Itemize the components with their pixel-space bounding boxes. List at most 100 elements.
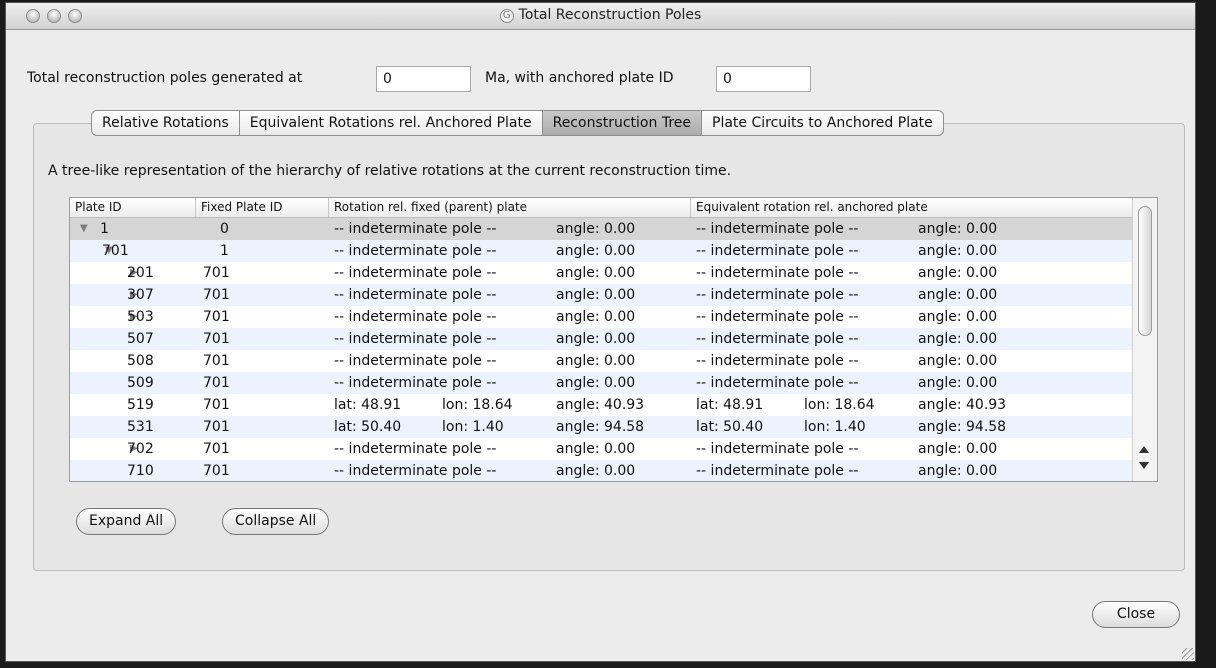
fixed-plate-id-cell: 701 <box>203 353 230 369</box>
equivalent-rotation-cell: angle: 94.58 <box>918 419 1007 435</box>
generated-at-label: Total reconstruction poles generated at <box>27 70 303 86</box>
rotation-rel-fixed-cell: angle: 0.00 <box>556 243 636 259</box>
tab-equivalent-rotations[interactable]: Equivalent Rotations rel. Anchored Plate <box>239 110 543 136</box>
fixed-plate-id-cell: 701 <box>203 463 230 479</box>
rotation-rel-fixed-cell: angle: 0.00 <box>556 441 636 457</box>
fixed-plate-id-cell: 701 <box>203 375 230 391</box>
equivalent-rotation-cell: angle: 0.00 <box>918 309 998 325</box>
equivalent-rotation-cell: angle: 0.00 <box>918 441 998 457</box>
fixed-plate-id-cell: 701 <box>203 419 230 435</box>
plate-id-cell: 307 <box>127 287 154 303</box>
table-rows: ▼ 1 0 -- indeterminate pole -- angle: 0.00 --… <box>70 218 1132 481</box>
equivalent-rotation-cell: angle: 0.00 <box>918 463 998 479</box>
table-row[interactable]: 507 701 -- indeterminate pole -- angle: 0.0… <box>70 328 1132 350</box>
rotation-rel-fixed-cell: angle: 40.93 <box>556 397 645 413</box>
fixed-plate-id-cell: 701 <box>203 309 230 325</box>
rotation-rel-fixed-cell: -- indeterminate pole -- <box>334 309 497 325</box>
header-fixed-plate-id[interactable]: Fixed Plate ID <box>196 198 329 217</box>
scroll-down-arrow-icon[interactable] <box>1139 462 1149 469</box>
rotation-rel-fixed-cell: -- indeterminate pole -- <box>334 463 497 479</box>
rotation-rel-fixed-cell: lat: 50.40 <box>334 419 402 435</box>
fixed-plate-id-cell: 0 <box>220 221 229 237</box>
scroll-up-arrow-icon[interactable] <box>1139 446 1149 453</box>
equivalent-rotation-cell: lat: 48.91 <box>696 397 764 413</box>
equivalent-rotation-cell: lon: 18.64 <box>804 397 875 413</box>
table-row[interactable]: 519 701 lat: 48.91 lon: 18.64 angle: 40.93 la… <box>70 394 1132 416</box>
table-row[interactable]: ▶ 503 701 -- indeterminate pole -- angle: 0.… <box>70 306 1132 328</box>
title-bar[interactable]: G Total Reconstruction Poles <box>6 3 1195 30</box>
tab-description: A tree-like representation of the hierar… <box>48 163 732 179</box>
equivalent-rotation-cell: -- indeterminate pole -- <box>696 331 859 347</box>
tab-relative-rotations[interactable]: Relative Rotations <box>91 110 240 136</box>
rotation-rel-fixed-cell: -- indeterminate pole -- <box>334 287 497 303</box>
plate-id-cell: 710 <box>127 463 154 479</box>
collapse-all-button[interactable]: Collapse All <box>222 508 330 535</box>
rotation-rel-fixed-cell: angle: 94.58 <box>556 419 645 435</box>
fixed-plate-id-cell: 701 <box>203 287 230 303</box>
plate-id-cell: 1 <box>100 221 109 237</box>
rotation-rel-fixed-cell: angle: 0.00 <box>556 331 636 347</box>
vertical-scrollbar[interactable] <box>1132 198 1157 481</box>
plate-id-cell: 508 <box>127 353 154 369</box>
equivalent-rotation-cell: -- indeterminate pole -- <box>696 309 859 325</box>
equivalent-rotation-cell: -- indeterminate pole -- <box>696 441 859 457</box>
rotation-rel-fixed-cell: lon: 18.64 <box>442 397 513 413</box>
rotation-rel-fixed-cell: angle: 0.00 <box>556 463 636 479</box>
resize-grip[interactable] <box>1182 648 1194 660</box>
table-row[interactable]: 710 701 -- indeterminate pole -- angle: 0.0… <box>70 460 1132 481</box>
equivalent-rotation-cell: -- indeterminate pole -- <box>696 243 859 259</box>
plate-id-cell: 507 <box>127 331 154 347</box>
table-header: Plate ID Fixed Plate ID Rotation rel. fi… <box>70 198 1132 218</box>
header-plate-id[interactable]: Plate ID <box>70 198 196 217</box>
tab-plate-circuits[interactable]: Plate Circuits to Anchored Plate <box>702 110 944 136</box>
table-row[interactable]: ▼ 701 1 -- indeterminate pole -- angle: 0.00… <box>70 240 1132 262</box>
equivalent-rotation-cell: angle: 0.00 <box>918 221 998 237</box>
table-row[interactable]: ▶ 702 701 -- indeterminate pole -- angle: 0.… <box>70 438 1132 460</box>
close-button[interactable]: Close <box>1092 601 1180 628</box>
table-row[interactable]: ▶ 307 701 -- indeterminate pole -- angle: 0.… <box>70 284 1132 306</box>
header-equivalent-rotation[interactable]: Equivalent rotation rel. anchored plate <box>691 198 1132 217</box>
reconstruction-tree-table[interactable]: Plate ID Fixed Plate ID Rotation rel. fi… <box>69 197 1158 482</box>
table-row[interactable]: ▶ 201 701 -- indeterminate pole -- angle: 0.… <box>70 262 1132 284</box>
reconstruction-time-field[interactable]: 0 <box>376 66 471 92</box>
table-row[interactable]: 509 701 -- indeterminate pole -- angle: 0.0… <box>70 372 1132 394</box>
rotation-rel-fixed-cell: angle: 0.00 <box>556 287 636 303</box>
equivalent-rotation-cell: lon: 1.40 <box>804 419 866 435</box>
rotation-rel-fixed-cell: -- indeterminate pole -- <box>334 375 497 391</box>
anchored-plate-label: Ma, with anchored plate ID <box>485 70 674 86</box>
plate-id-cell: 531 <box>127 419 154 435</box>
app-icon: G <box>499 9 514 23</box>
rotation-rel-fixed-cell: -- indeterminate pole -- <box>334 243 497 259</box>
equivalent-rotation-cell: -- indeterminate pole -- <box>696 265 859 281</box>
equivalent-rotation-cell: angle: 0.00 <box>918 331 998 347</box>
equivalent-rotation-cell: -- indeterminate pole -- <box>696 221 859 237</box>
equivalent-rotation-cell: -- indeterminate pole -- <box>696 463 859 479</box>
table-row[interactable]: 508 701 -- indeterminate pole -- angle: 0.0… <box>70 350 1132 372</box>
scrollbar-thumb[interactable] <box>1138 206 1152 336</box>
table-row[interactable]: 531 701 lat: 50.40 lon: 1.40 angle: 94.58 lat… <box>70 416 1132 438</box>
tab-bar: Relative Rotations Equivalent Rotations … <box>91 110 944 136</box>
plate-id-cell: 503 <box>127 309 154 325</box>
plate-id-cell: 701 <box>102 243 129 259</box>
header-rotation-rel-fixed[interactable]: Rotation rel. fixed (parent) plate <box>329 198 691 217</box>
rotation-rel-fixed-cell: lat: 48.91 <box>334 397 402 413</box>
fixed-plate-id-cell: 701 <box>203 397 230 413</box>
equivalent-rotation-cell: angle: 40.93 <box>918 397 1007 413</box>
tab-reconstruction-tree[interactable]: Reconstruction Tree <box>542 110 702 136</box>
expanded-triangle-icon[interactable]: ▼ <box>80 218 88 240</box>
rotation-rel-fixed-cell: lon: 1.40 <box>442 419 504 435</box>
equivalent-rotation-cell: angle: 0.00 <box>918 287 998 303</box>
anchored-plate-id-field[interactable]: 0 <box>716 66 811 92</box>
rotation-rel-fixed-cell: -- indeterminate pole -- <box>334 353 497 369</box>
fixed-plate-id-cell: 1 <box>220 243 229 259</box>
table-row[interactable]: ▼ 1 0 -- indeterminate pole -- angle: 0.00 --… <box>70 218 1132 240</box>
equivalent-rotation-cell: -- indeterminate pole -- <box>696 353 859 369</box>
rotation-rel-fixed-cell: -- indeterminate pole -- <box>334 265 497 281</box>
rotation-rel-fixed-cell: angle: 0.00 <box>556 221 636 237</box>
plate-id-cell: 509 <box>127 375 154 391</box>
rotation-rel-fixed-cell: angle: 0.00 <box>556 353 636 369</box>
expand-all-button[interactable]: Expand All <box>76 508 177 535</box>
rotation-rel-fixed-cell: angle: 0.00 <box>556 309 636 325</box>
equivalent-rotation-cell: angle: 0.00 <box>918 265 998 281</box>
rotation-rel-fixed-cell: angle: 0.00 <box>556 265 636 281</box>
